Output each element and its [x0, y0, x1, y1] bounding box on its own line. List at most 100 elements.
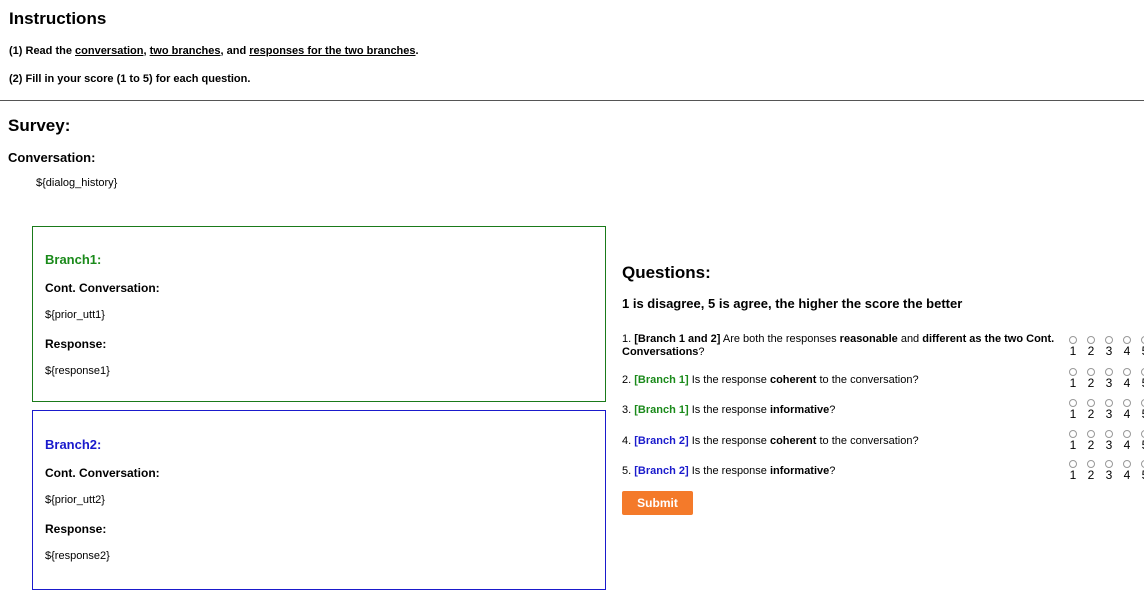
- branch2-panel: Branch2: Cont. Conversation: ${prior_utt…: [32, 410, 606, 590]
- rating-option[interactable]: 1: [1064, 460, 1082, 481]
- rating-option[interactable]: 5: [1136, 460, 1144, 481]
- question-text: ?: [829, 404, 836, 416]
- rating-option[interactable]: 2: [1082, 336, 1100, 357]
- rating-option[interactable]: 1: [1064, 430, 1082, 451]
- rating-option[interactable]: 4: [1118, 336, 1136, 357]
- branch1-title: Branch1:: [45, 252, 102, 267]
- branch1-cont-value: ${prior_utt1}: [45, 309, 105, 321]
- radio-button[interactable]: [1123, 399, 1131, 407]
- question-emphasis: reasonable: [839, 333, 898, 345]
- rating-label: 4: [1123, 438, 1131, 452]
- radio-button[interactable]: [1105, 430, 1113, 438]
- questions-title: Questions:: [622, 263, 711, 282]
- radio-button[interactable]: [1105, 368, 1113, 376]
- rating-label: 1: [1069, 438, 1077, 452]
- rating-option[interactable]: 2: [1082, 368, 1100, 389]
- radio-button[interactable]: [1069, 399, 1077, 407]
- question-tag: [Branch 1]: [634, 404, 689, 416]
- radio-button[interactable]: [1123, 460, 1131, 468]
- rating-option[interactable]: 3: [1100, 368, 1118, 389]
- rating-label: 2: [1087, 344, 1095, 358]
- divider: [0, 100, 1144, 101]
- rating-label: 4: [1123, 407, 1131, 421]
- question-text: to the conversation?: [816, 435, 919, 447]
- rating-option[interactable]: 4: [1118, 368, 1136, 389]
- question-2: 2. [Branch 1] Is the response coherent t…: [622, 374, 1066, 387]
- radio-button[interactable]: [1123, 430, 1131, 438]
- rating-question-1: 1 2 3 4 5: [1064, 336, 1144, 357]
- radio-button[interactable]: [1069, 430, 1077, 438]
- question-number: 3.: [622, 404, 635, 416]
- rating-option[interactable]: 3: [1100, 460, 1118, 481]
- rating-option[interactable]: 4: [1118, 399, 1136, 420]
- question-text: to the conversation?: [816, 374, 919, 386]
- radio-button[interactable]: [1087, 460, 1095, 468]
- radio-button[interactable]: [1123, 368, 1131, 376]
- rating-option[interactable]: 4: [1118, 460, 1136, 481]
- branch2-cont-value: ${prior_utt2}: [45, 494, 105, 506]
- question-number: 5.: [622, 465, 635, 477]
- radio-button[interactable]: [1105, 460, 1113, 468]
- step1-prefix: (1) Read the: [9, 45, 76, 57]
- question-text: Is the response: [688, 465, 770, 477]
- question-emphasis: coherent: [769, 435, 817, 447]
- survey-title: Survey:: [8, 116, 71, 135]
- instructions-title: Instructions: [9, 9, 107, 28]
- radio-button[interactable]: [1069, 368, 1077, 376]
- question-1: 1. [Branch 1 and 2] Are both the respons…: [622, 333, 1066, 359]
- rating-question-5: 1 2 3 4 5: [1064, 460, 1144, 481]
- rating-option[interactable]: 4: [1118, 430, 1136, 451]
- radio-button[interactable]: [1123, 336, 1131, 344]
- radio-button[interactable]: [1105, 336, 1113, 344]
- radio-button[interactable]: [1069, 460, 1077, 468]
- rating-option[interactable]: 3: [1100, 430, 1118, 451]
- rating-option[interactable]: 1: [1064, 368, 1082, 389]
- branch2-response-value: ${response2}: [45, 550, 110, 562]
- radio-button[interactable]: [1069, 336, 1077, 344]
- rating-option[interactable]: 3: [1100, 336, 1118, 357]
- question-tag: [Branch 1 and 2]: [634, 333, 721, 345]
- question-number: 1.: [622, 333, 635, 345]
- rating-option[interactable]: 5: [1136, 336, 1144, 357]
- rating-option[interactable]: 1: [1064, 399, 1082, 420]
- radio-button[interactable]: [1087, 399, 1095, 407]
- question-emphasis: informative: [769, 465, 830, 477]
- radio-button[interactable]: [1087, 336, 1095, 344]
- radio-button[interactable]: [1087, 430, 1095, 438]
- question-text: Is the response: [688, 374, 770, 386]
- step1-suffix: .: [415, 45, 419, 57]
- radio-button[interactable]: [1087, 368, 1095, 376]
- conversation-link: conversation: [75, 45, 144, 57]
- question-text: ?: [829, 465, 836, 477]
- question-tag: [Branch 1]: [634, 374, 689, 386]
- question-tag: [Branch 2]: [634, 435, 689, 447]
- step1-sep2: , and: [220, 45, 250, 57]
- rating-label: 2: [1087, 438, 1095, 452]
- rating-option[interactable]: 5: [1136, 399, 1144, 420]
- question-number: 2.: [622, 374, 635, 386]
- question-number: 4.: [622, 435, 635, 447]
- question-tag: [Branch 2]: [634, 465, 689, 477]
- rating-option[interactable]: 2: [1082, 399, 1100, 420]
- rating-option[interactable]: 2: [1082, 430, 1100, 451]
- rating-option[interactable]: 5: [1136, 368, 1144, 389]
- submit-button[interactable]: Submit: [622, 491, 693, 515]
- rating-question-4: 1 2 3 4 5: [1064, 430, 1144, 451]
- branch1-cont-label: Cont. Conversation:: [45, 281, 160, 295]
- rating-label: 3: [1105, 376, 1113, 390]
- question-text: ?: [698, 346, 705, 358]
- branch2-title: Branch2:: [45, 437, 102, 452]
- question-3: 3. [Branch 1] Is the response informativ…: [622, 404, 1066, 417]
- question-text: Is the response: [688, 404, 770, 416]
- questions-subtitle: 1 is disagree, 5 is agree, the higher th…: [622, 296, 963, 311]
- rating-option[interactable]: 2: [1082, 460, 1100, 481]
- branch2-cont-label: Cont. Conversation:: [45, 466, 160, 480]
- rating-label: 2: [1087, 407, 1095, 421]
- question-emphasis: informative: [769, 404, 830, 416]
- rating-option[interactable]: 3: [1100, 399, 1118, 420]
- branch1-panel: Branch1: Cont. Conversation: ${prior_utt…: [32, 226, 606, 402]
- branch1-response-label: Response:: [45, 337, 107, 351]
- radio-button[interactable]: [1105, 399, 1113, 407]
- rating-option[interactable]: 1: [1064, 336, 1082, 357]
- rating-option[interactable]: 5: [1136, 430, 1144, 451]
